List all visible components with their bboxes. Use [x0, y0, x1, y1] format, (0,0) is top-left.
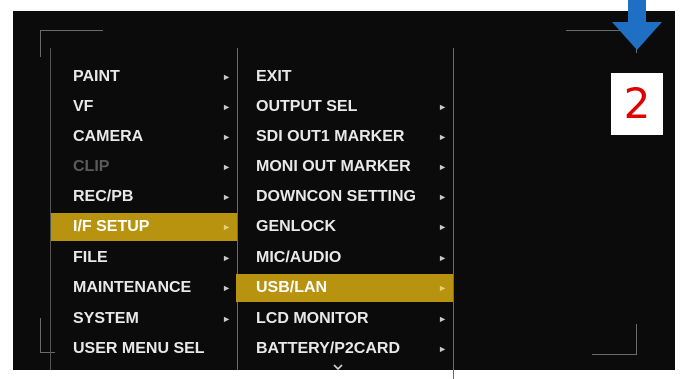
submenu-arrow-icon: ► [438, 314, 447, 324]
submenu-item-mic-audio[interactable]: MIC/AUDIO ► [236, 244, 453, 272]
menu-item-vf[interactable]: VF ► [51, 93, 237, 121]
submenu-arrow-icon: ► [222, 192, 231, 202]
submenu-item-sdi-out1-marker[interactable]: SDI OUT1 MARKER ► [236, 123, 453, 151]
submenu-item-usb-lan[interactable]: USB/LAN ► [236, 274, 453, 302]
menu-item-camera[interactable]: CAMERA ► [51, 123, 237, 151]
submenu-item-lcd-monitor[interactable]: LCD MONITOR ► [236, 305, 453, 333]
menu-item-user-menu-sel[interactable]: USER MENU SEL [51, 335, 237, 363]
submenu-arrow-icon: ► [438, 283, 447, 293]
submenu-arrow-icon: ► [222, 253, 231, 263]
submenu-item-output-sel[interactable]: OUTPUT SEL ► [236, 93, 453, 121]
menu-item-file[interactable]: FILE ► [51, 244, 237, 272]
submenu-arrow-icon: ► [438, 132, 447, 142]
down-arrow-icon [612, 0, 662, 50]
frame-corner-bottom-right [592, 324, 637, 355]
submenu-arrow-icon: ► [438, 222, 447, 232]
submenu-item-moni-out-marker[interactable]: MONI OUT MARKER ► [236, 153, 453, 181]
submenu-arrow-icon: ► [438, 344, 447, 354]
menu-item-if-setup[interactable]: I/F SETUP ► [51, 213, 237, 241]
submenu-arrow-icon: ► [438, 162, 447, 172]
submenu-arrow-icon: ► [222, 102, 231, 112]
submenu-item-downcon-setting[interactable]: DOWNCON SETTING ► [236, 183, 453, 211]
submenu-item-genlock[interactable]: GENLOCK ► [236, 213, 453, 241]
submenu-arrow-icon: ► [438, 253, 447, 263]
menu-item-maintenance[interactable]: MAINTENANCE ► [51, 274, 237, 302]
submenu-arrow-icon: ► [438, 102, 447, 112]
if-setup-submenu: EXIT OUTPUT SEL ► SDI OUT1 MARKER ► MONI O… [236, 48, 454, 379]
callout-number: 2 [611, 73, 663, 135]
submenu-arrow-icon: ► [222, 162, 231, 172]
menu-item-rec-pb[interactable]: REC/PB ► [51, 183, 237, 211]
submenu-arrow-icon: ► [222, 314, 231, 324]
submenu-arrow-icon: ► [438, 192, 447, 202]
menu-item-clip[interactable]: CLIP ► [51, 153, 237, 181]
main-menu: PAINT ► VF ► CAMERA ► CLIP ► REC/PB ► I/F SET… [50, 48, 238, 370]
submenu-arrow-icon: ► [222, 72, 231, 82]
submenu-item-exit[interactable]: EXIT [236, 63, 453, 91]
submenu-item-battery-p2card[interactable]: BATTERY/P2CARD ► [236, 335, 453, 363]
menu-item-system[interactable]: SYSTEM ► [51, 305, 237, 333]
submenu-arrow-icon: ► [222, 132, 231, 142]
chevron-down-icon [333, 364, 343, 371]
submenu-arrow-icon: ► [222, 222, 231, 232]
menu-item-paint[interactable]: PAINT ► [51, 63, 237, 91]
submenu-arrow-icon: ► [222, 283, 231, 293]
